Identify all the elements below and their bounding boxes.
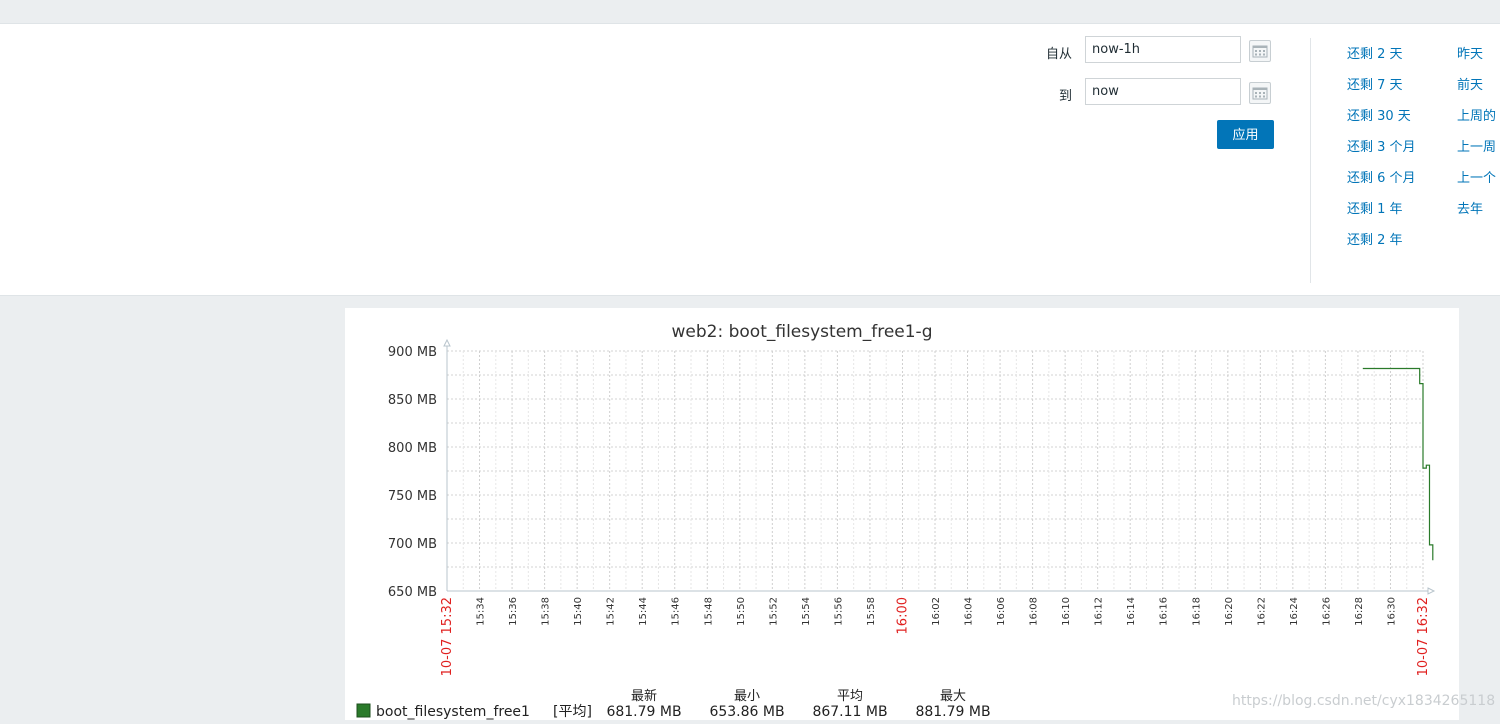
chart-title: web2: boot_filesystem_free1-g xyxy=(672,322,933,342)
time-filter-panel: 自从 到 应用 还剩 2 天还剩 7 天还剩 30 天还剩 3 个月还剩 6 个… xyxy=(0,24,1500,296)
quick-range-link-prev-4[interactable]: 上一个 xyxy=(1457,167,1496,186)
x-tick-label: 15:38 xyxy=(541,597,552,626)
quick-range-link-4[interactable]: 还剩 6 个月 xyxy=(1347,167,1416,186)
x-tick-label: 15:40 xyxy=(573,597,584,626)
quick-range-link-prev-5[interactable]: 去年 xyxy=(1457,198,1483,217)
y-tick-label: 850 MB xyxy=(388,393,437,408)
quick-range-link-prev-2[interactable]: 上周的 xyxy=(1457,105,1496,124)
y-tick-label: 700 MB xyxy=(388,537,437,552)
to-input[interactable] xyxy=(1085,78,1241,105)
x-tick-label: 15:58 xyxy=(866,597,877,626)
series-line-0 xyxy=(1362,367,1434,561)
legend-swatch xyxy=(356,703,371,718)
legend-header-avg: 平均 xyxy=(837,689,863,704)
grid-lines xyxy=(446,350,1424,592)
x-axis-arrow xyxy=(1427,587,1436,595)
x-tick-label: 16:28 xyxy=(1354,597,1365,626)
x-tick-label: 16:22 xyxy=(1256,597,1267,626)
series-lines xyxy=(1362,367,1434,561)
x-tick-label: 15:44 xyxy=(638,597,649,626)
x-tick-label: 15:54 xyxy=(801,597,812,626)
legend-header-max: 最大 xyxy=(940,689,966,704)
x-tick-label: 16:08 xyxy=(1029,597,1040,626)
x-tick-label: 16:12 xyxy=(1094,597,1105,626)
legend-bracket: [平均] xyxy=(553,704,592,720)
x-tick-label: 16:18 xyxy=(1191,597,1202,626)
legend-header-min: 最小 xyxy=(734,689,760,704)
y-tick-label: 750 MB xyxy=(388,489,437,504)
x-tick-label: 16:20 xyxy=(1224,597,1235,626)
watermark: https://blog.csdn.net/cyx1834265118 xyxy=(1232,693,1496,709)
legend-header-last: 最新 xyxy=(631,688,657,704)
x-tick-label: 15:48 xyxy=(703,597,714,626)
x-tick-label: 16:04 xyxy=(964,597,975,626)
x-tick-label: 16:26 xyxy=(1321,597,1332,626)
panel-divider xyxy=(1310,38,1311,283)
x-tick-label: 15:50 xyxy=(736,597,747,626)
x-tick-label: 16:00 xyxy=(895,597,910,634)
x-tick-label: 16:24 xyxy=(1289,597,1300,626)
x-tick-label: 10-07 15:32 xyxy=(440,597,455,676)
quick-range-link-6[interactable]: 还剩 2 年 xyxy=(1347,229,1403,248)
x-tick-label: 16:02 xyxy=(931,597,942,626)
legend-value-min: 653.86 MB xyxy=(709,704,784,720)
x-tick-label: 15:56 xyxy=(833,597,844,626)
quick-range-link-3[interactable]: 还剩 3 个月 xyxy=(1347,136,1416,155)
x-tick-label: 15:34 xyxy=(476,597,487,626)
from-input[interactable] xyxy=(1085,36,1241,63)
quick-range-link-2[interactable]: 还剩 30 天 xyxy=(1347,105,1411,124)
quick-range-link-prev-3[interactable]: 上一周 xyxy=(1457,136,1496,155)
y-tick-labels: 900 MB 850 MB 800 MB 750 MB 700 MB 650 MB xyxy=(388,345,437,600)
quick-range-link-5[interactable]: 还剩 1 年 xyxy=(1347,198,1403,217)
y-tick-label: 800 MB xyxy=(388,441,437,456)
x-tick-label: 16:16 xyxy=(1159,597,1170,626)
to-label: 到 xyxy=(1058,89,1072,104)
calendar-icon[interactable] xyxy=(1249,40,1271,62)
x-tick-label: 16:06 xyxy=(996,597,1007,626)
quick-range-link-0[interactable]: 还剩 2 天 xyxy=(1347,43,1403,62)
legend-value-avg: 867.11 MB xyxy=(812,704,887,720)
graph-panel: web2: boot_filesystem_free1-g 900 MB 850 … xyxy=(345,308,1459,720)
axes xyxy=(443,338,1436,595)
y-axis-arrow xyxy=(443,338,451,347)
x-tick-label: 15:42 xyxy=(606,597,617,626)
x-tick-label: 16:30 xyxy=(1386,597,1397,626)
x-tick-label: 16:14 xyxy=(1126,597,1137,626)
legend: boot_filesystem_free1 [平均] 最新 681.79 MB … xyxy=(356,688,991,720)
legend-value-last: 681.79 MB xyxy=(606,704,681,720)
x-tick-label: 15:52 xyxy=(768,597,779,626)
legend-item-name: boot_filesystem_free1 xyxy=(376,704,530,720)
quick-range-link-prev-1[interactable]: 前天 xyxy=(1457,74,1483,93)
filesystem-line-chart: web2: boot_filesystem_free1-g 900 MB 850 … xyxy=(356,322,1436,720)
legend-value-max: 881.79 MB xyxy=(915,704,990,720)
y-tick-label: 650 MB xyxy=(388,585,437,600)
calendar-icon[interactable] xyxy=(1249,82,1271,104)
x-tick-labels: 10-07 15:32 15:34 15:36 15:38 15:40 15:42 15:4… xyxy=(440,597,1431,676)
y-tick-label: 900 MB xyxy=(388,345,437,360)
x-tick-label: 15:36 xyxy=(508,597,519,626)
top-strip xyxy=(0,0,1500,24)
x-tick-label: 10-07 16:32 xyxy=(1416,597,1431,676)
quick-range-link-1[interactable]: 还剩 7 天 xyxy=(1347,74,1403,93)
x-tick-label: 16:10 xyxy=(1061,597,1072,626)
x-tick-label: 15:46 xyxy=(671,597,682,626)
apply-button[interactable]: 应用 xyxy=(1217,120,1274,149)
quick-range-link-prev-0[interactable]: 昨天 xyxy=(1457,43,1483,62)
from-label: 自从 xyxy=(1045,47,1072,62)
